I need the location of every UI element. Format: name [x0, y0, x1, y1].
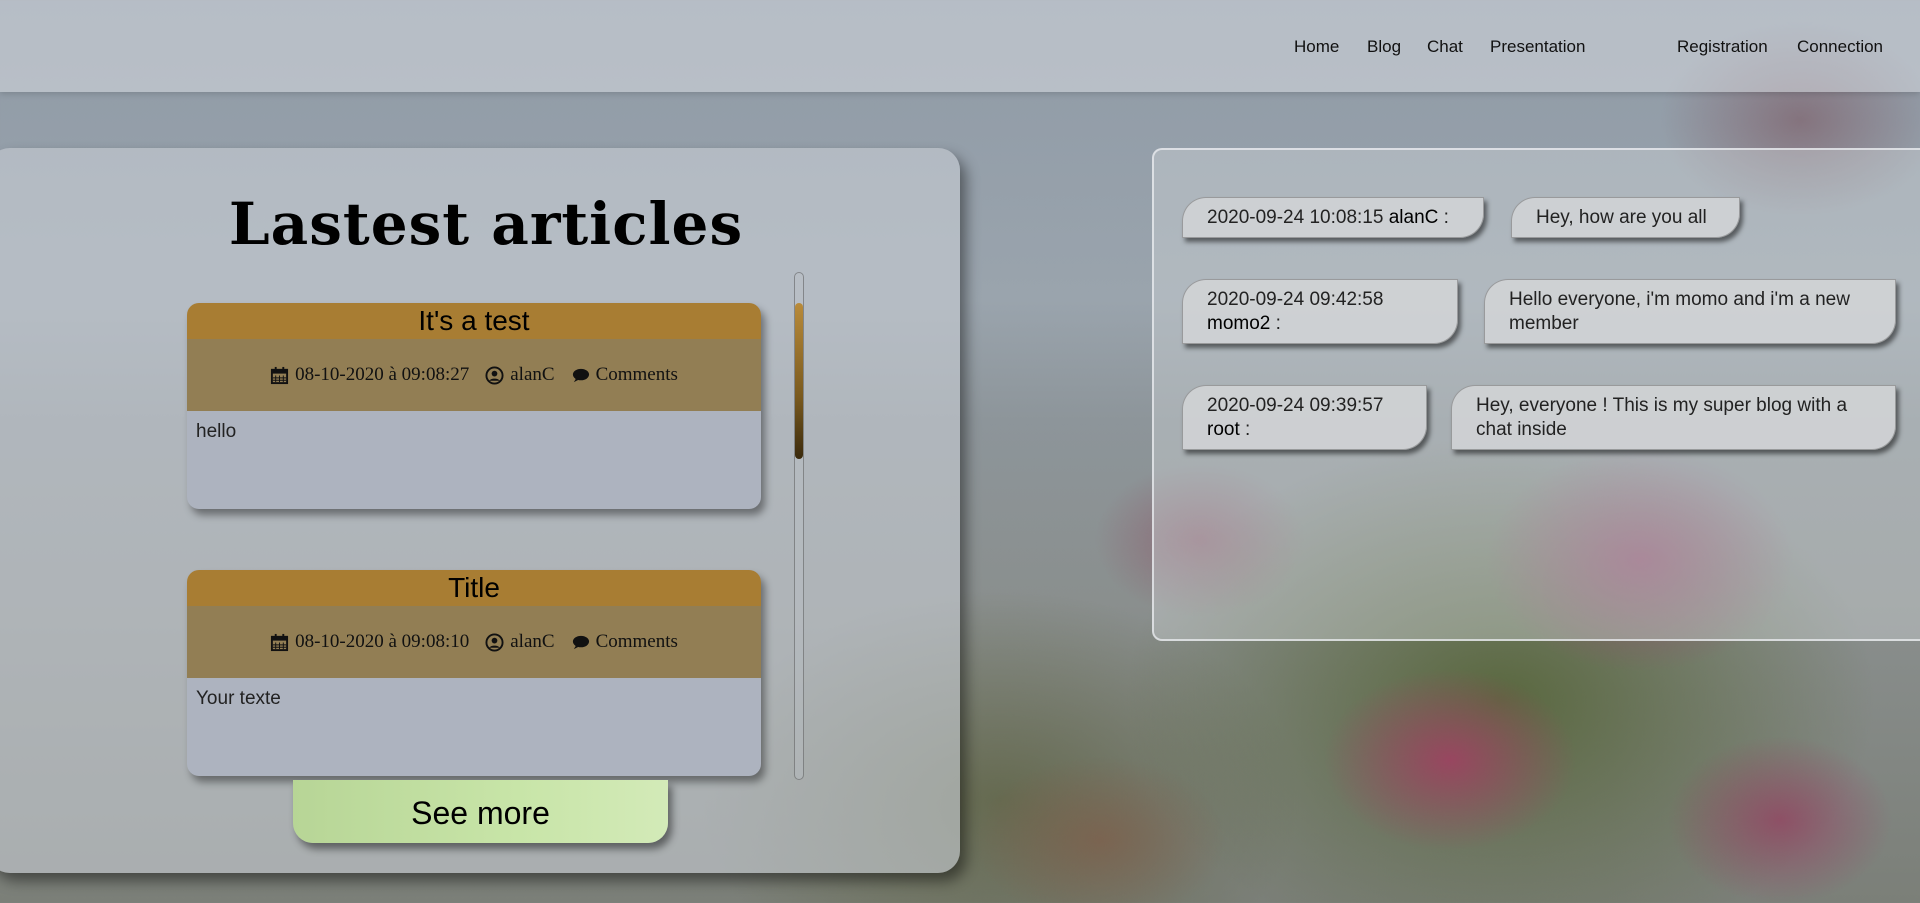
- nav-registration-link[interactable]: Registration: [1677, 37, 1768, 57]
- chat-message-text: Hey, everyone ! This is my super blog wi…: [1451, 385, 1896, 450]
- calendar-icon: [271, 633, 289, 651]
- article-title[interactable]: It's a test: [187, 303, 761, 339]
- article-comments-link[interactable]: Comments: [571, 364, 678, 386]
- nav-chat-link[interactable]: Chat: [1427, 37, 1463, 57]
- article-date: 08-10-2020 à 09:08:10: [270, 631, 469, 653]
- article-author[interactable]: alanC: [485, 631, 555, 653]
- article-body: Your texte: [196, 688, 281, 709]
- chat-username: momo2: [1207, 313, 1271, 334]
- nav-presentation-link[interactable]: Presentation: [1490, 37, 1585, 57]
- article-author[interactable]: alanC: [485, 364, 555, 386]
- chat-timestamp: 2020-09-24 09:42:58: [1207, 289, 1384, 310]
- calendar-icon: [271, 366, 289, 384]
- chat-message-meta: 2020-09-24 09:39:57 root :: [1182, 385, 1427, 450]
- chat-message-meta: 2020-09-24 10:08:15 alanC :: [1182, 197, 1484, 238]
- article-card[interactable]: It's a test 08-10-2020 à 09:08:27 alanC …: [187, 303, 761, 509]
- article-meta: 08-10-2020 à 09:08:10 alanC Comments: [187, 606, 761, 678]
- chat-message-meta: 2020-09-24 09:42:58 momo2 :: [1182, 279, 1458, 344]
- chat-separator: :: [1239, 419, 1251, 440]
- scrollbar-thumb[interactable]: [795, 303, 803, 459]
- article-card[interactable]: Title 08-10-2020 à 09:08:10 alanC Commen…: [187, 570, 761, 776]
- page-title: Lastest articles: [228, 190, 744, 258]
- comment-icon: [572, 635, 589, 649]
- see-more-button[interactable]: See more: [293, 780, 668, 843]
- chat-username: alanC: [1388, 207, 1439, 228]
- article-author-text: alanC: [510, 631, 555, 652]
- nav-connection-link[interactable]: Connection: [1797, 37, 1883, 57]
- chat-timestamp: 2020-09-24 10:08:15: [1207, 207, 1384, 228]
- user-circle-icon: [485, 365, 504, 385]
- navbar: Home Blog Chat Presentation Registration…: [0, 0, 1920, 92]
- user-circle-icon: [485, 632, 504, 652]
- nav-home-link[interactable]: Home: [1294, 37, 1339, 57]
- article-date: 08-10-2020 à 09:08:27: [270, 364, 469, 386]
- articles-scrollbar[interactable]: [794, 272, 804, 780]
- chat-separator: :: [1270, 313, 1281, 334]
- chat-timestamp: 2020-09-24 09:39:57: [1207, 395, 1384, 416]
- article-author-text: alanC: [510, 364, 555, 385]
- chat-separator: :: [1438, 207, 1449, 228]
- chat-username: root: [1207, 419, 1240, 440]
- comment-icon: [572, 368, 589, 382]
- article-comments-text: Comments: [595, 631, 678, 652]
- article-comments-text: Comments: [595, 364, 678, 385]
- article-body: hello: [196, 421, 237, 442]
- article-date-text: 08-10-2020 à 09:08:27: [295, 364, 470, 385]
- chat-message-text: Hey, how are you all: [1511, 197, 1740, 238]
- nav-blog-link[interactable]: Blog: [1367, 37, 1401, 57]
- chat-message-text: Hello everyone, i'm momo and i'm a new m…: [1484, 279, 1896, 344]
- article-title[interactable]: Title: [187, 570, 761, 606]
- article-comments-link[interactable]: Comments: [571, 631, 678, 653]
- article-meta: 08-10-2020 à 09:08:27 alanC Comments: [187, 339, 761, 411]
- article-date-text: 08-10-2020 à 09:08:10: [295, 631, 470, 652]
